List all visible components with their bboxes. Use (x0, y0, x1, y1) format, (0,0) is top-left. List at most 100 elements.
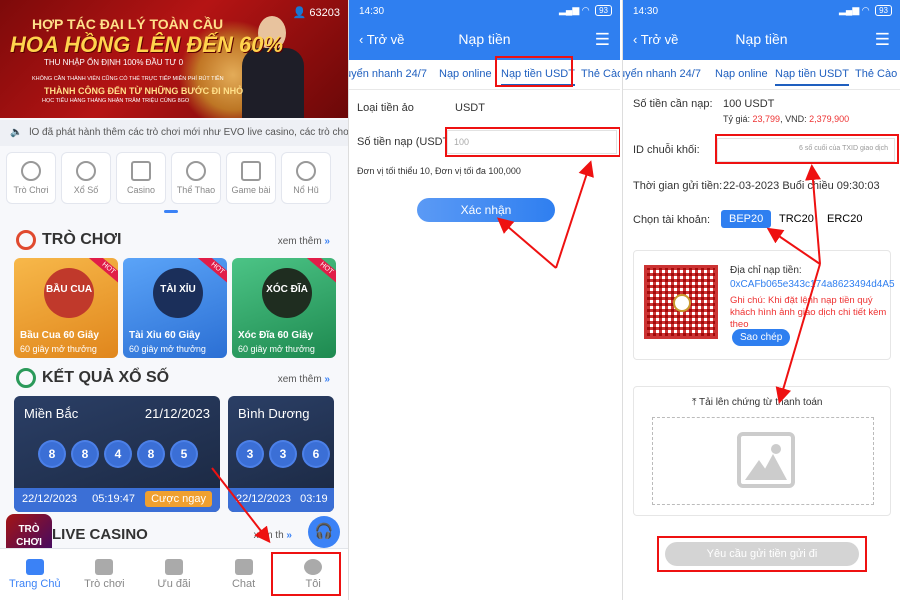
tab-online-deposit[interactable]: Nạp online (715, 68, 768, 80)
tab-usdt-deposit[interactable]: Nạp tiền USDT (775, 68, 849, 86)
time-value: 22-03-2023 Buổi chiều 09:30:03 (723, 180, 880, 192)
gamepad-icon (95, 559, 114, 575)
qr-code (644, 265, 718, 339)
lottery-foot-time: 05:19:47 (92, 493, 135, 505)
game-name: Tài Xỉu 60 Giây (129, 330, 201, 341)
game-desc: 60 giây mở thưởng (129, 344, 206, 354)
banner-line-5: THÀNH CÔNG ĐẾN TỪ NHỮNG BƯỚC ĐI NHỎ (44, 86, 244, 96)
games-section-icon (16, 230, 36, 250)
tab-label: Chat (231, 578, 256, 590)
home-screen: HỢP TÁC ĐẠI LÝ TOÀN CẦU HOA HỒNG LÊN ĐẾN… (0, 0, 348, 600)
lottery-foot-time: 03:19 (300, 493, 328, 505)
game-card-tai-xiu[interactable]: HOT TÀI XỈU Tài Xỉu 60 Giây 60 giây mở t… (123, 258, 227, 358)
tab-promotions[interactable]: Ưu đãi (139, 549, 209, 600)
category-card-games[interactable]: Game bài (226, 152, 276, 204)
banner-model-image (238, 8, 308, 118)
tab-label: Trò chơi (84, 578, 125, 590)
support-chat-icon[interactable]: 🎧 (308, 516, 340, 548)
vnd-value: 2,379,900 (809, 114, 850, 124)
lottery-ball-icon (76, 161, 96, 181)
amount-value: 100 USDT (723, 98, 775, 110)
bet-now-button[interactable]: Cược ngay (145, 491, 212, 507)
upload-label-text: Tải lên chứng từ thanh toán (699, 397, 823, 408)
live-see-more-link[interactable]: xem th (254, 530, 292, 541)
lottery-foot-date: 22/12/2023 (236, 493, 292, 505)
confirm-button[interactable]: Xác nhận (417, 198, 555, 222)
nav-bar: ‹ Trở về Nạp tiền ☰ (349, 22, 620, 60)
game-card-bau-cua[interactable]: HOT BẦU CUA Bầu Cua 60 Giây 60 giây mở t… (14, 258, 118, 358)
chain-erc20-button[interactable]: ERC20 (819, 210, 870, 228)
menu-icon[interactable]: ☰ (595, 30, 610, 50)
highlight-box-usdt-tab (495, 56, 573, 87)
category-lottery[interactable]: Xổ Số (61, 152, 111, 204)
category-casino[interactable]: Casino (116, 152, 166, 204)
lottery-region: Bình Dương (238, 406, 310, 421)
lottery-ball: 3 (271, 442, 295, 466)
lottery-ball: 6 (304, 442, 328, 466)
ball-icon (186, 161, 206, 181)
lottery-ball: 8 (40, 442, 64, 466)
image-placeholder-icon (737, 432, 795, 488)
tab-chat[interactable]: Chat (209, 549, 279, 600)
qr-logo (673, 294, 691, 312)
lottery-foot-date: 22/12/2023 (22, 493, 78, 505)
lottery-balls: 8 8 4 8 5 (40, 442, 196, 466)
currency-value: USDT (455, 102, 485, 114)
status-time: 14:30 (633, 6, 659, 17)
category-sports[interactable]: Thể Thao (171, 152, 221, 204)
games-see-more-link[interactable]: xem thêm (278, 236, 330, 247)
xoc-dia-art: XÓC ĐĨA (262, 268, 312, 318)
amount-label: Số tiền nạp (USDT): (357, 136, 457, 148)
tab-games[interactable]: Trò chơi (70, 549, 140, 600)
deposit-method-tabs: uyển nhanh 24/7 Nạp online Nạp tiền USDT… (623, 60, 900, 90)
category-label: Game bài (231, 185, 271, 195)
copy-address-button[interactable]: Sao chép (732, 329, 791, 346)
banner-line-1: HỢP TÁC ĐẠI LÝ TOÀN CẦU (32, 16, 224, 32)
jackpot-icon (296, 161, 316, 181)
home-icon (25, 559, 44, 575)
category-label: Xổ Số (73, 185, 99, 195)
category-slots[interactable]: Nổ Hũ (281, 152, 331, 204)
tab-fast-transfer[interactable]: uyển nhanh 24/7 (623, 68, 701, 80)
menu-icon[interactable]: ☰ (875, 30, 890, 50)
tab-fast-transfer[interactable]: uyển nhanh 24/7 (349, 68, 427, 80)
game-desc: 60 giây mở thưởng (238, 344, 315, 354)
lottery-ball: 8 (73, 442, 97, 466)
rate-value: 23,799 (752, 114, 781, 124)
gift-icon (164, 559, 183, 575)
tab-home[interactable]: Trang Chủ (0, 549, 70, 600)
banner-line-2: HOA HỒNG LÊN ĐẾN 60% (10, 32, 284, 57)
category-games[interactable]: Trò Chơi (6, 152, 56, 204)
game-desc: 60 giây mở thưởng (20, 344, 97, 354)
currency-label: Loại tiền ảo (357, 102, 414, 114)
amount-limits: Đơn vị tối thiểu 10, Đơn vị tối đa 100,0… (357, 166, 521, 176)
page-title: Nạp tiền (458, 31, 511, 47)
chain-bep20-button[interactable]: BEP20 (721, 210, 772, 228)
banner-line-3: THU NHẬP ỔN ĐỊNH 100% ĐẦU TƯ 0 (44, 58, 184, 67)
lottery-card-binh-duong[interactable]: Bình Dương 3 3 6 22/12/2023 03:19 (228, 396, 334, 512)
lottery-footer: 22/12/2023 03:19 (228, 488, 334, 512)
game-art-text: TÀI XỈU (160, 284, 196, 295)
lottery-balls: 3 3 6 (238, 442, 328, 466)
tab-card[interactable]: Thẻ Cào (581, 68, 620, 80)
lottery-card-mien-bac[interactable]: Miền Bắc 21/12/2023 8 8 4 8 5 22/12/2023… (14, 396, 220, 512)
games-section-label: TRÒ CHƠI (42, 231, 122, 248)
lottery-see-more-link[interactable]: xem thêm (278, 374, 330, 385)
notice-marquee[interactable]: 🔈 lO đã phát hành thêm các trò chơi mới … (0, 120, 348, 146)
deposit-method-tabs: uyển nhanh 24/7 Nạp online Nạp tiền USDT… (349, 60, 620, 90)
chain-trc20-button[interactable]: TRC20 (771, 210, 822, 228)
tab-card[interactable]: Thẻ Cào (855, 68, 897, 80)
address-label: Địa chỉ nạp tiền: (730, 265, 802, 276)
game-card-xoc-dia[interactable]: HOT XÓC ĐĨA Xóc Đĩa 60 Giây 60 giây mở t… (232, 258, 336, 358)
game-art-text: XÓC ĐĨA (266, 284, 308, 295)
cards-icon (131, 161, 151, 181)
hot-badge: HOT (305, 258, 336, 287)
promo-banner[interactable]: HỢP TÁC ĐẠI LÝ TOÀN CẦU HOA HỒNG LÊN ĐẾN… (0, 0, 348, 118)
game-art-text: BẦU CUA (45, 284, 93, 295)
games-section-title: TRÒ CHƠI (16, 230, 121, 250)
upload-drop-zone[interactable] (652, 417, 874, 505)
carousel-indicator (164, 210, 178, 213)
notice-text: lO đã phát hành thêm các trò chơi mới nh… (29, 127, 348, 138)
lottery-footer: 22/12/2023 05:19:47 Cược ngay (14, 488, 220, 512)
tab-online-deposit[interactable]: Nạp online (439, 68, 492, 80)
